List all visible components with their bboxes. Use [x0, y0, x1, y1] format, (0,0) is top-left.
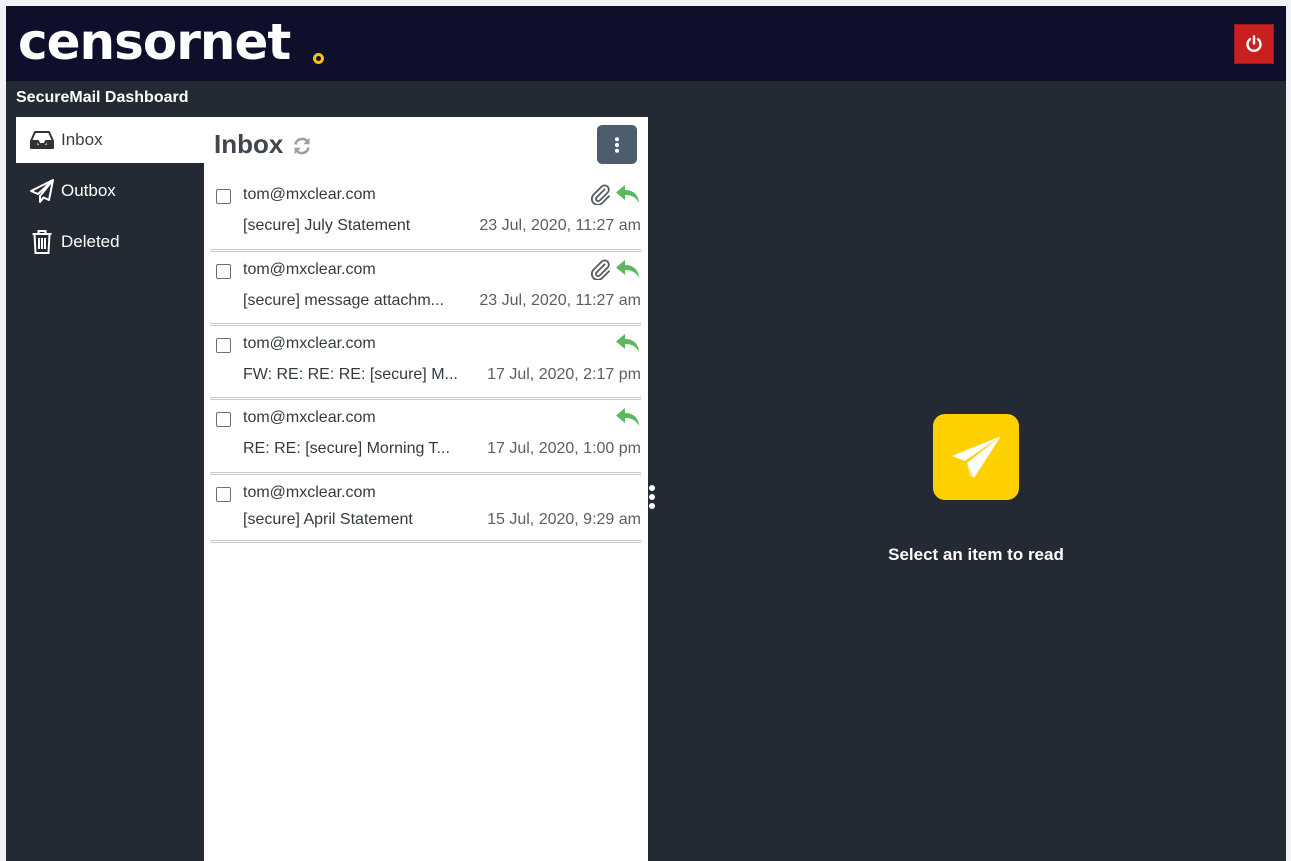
message-row[interactable]: tom@mxclear.com [secure] July Statement … — [210, 177, 641, 252]
message-icons — [589, 182, 641, 206]
message-sender: tom@mxclear.com — [243, 186, 376, 203]
reader-empty-message: Select an item to read — [888, 545, 1064, 564]
sidebar: Inbox Outbox Deleted — [16, 117, 204, 270]
message-date: 23 Jul, 2020, 11:27 am — [479, 217, 641, 234]
inbox-icon — [28, 126, 56, 154]
message-row[interactable]: tom@mxclear.com RE: RE: [secure] Morning… — [210, 400, 641, 475]
paper-plane-icon — [28, 177, 56, 205]
message-sender: tom@mxclear.com — [243, 409, 376, 426]
message-subject: RE: RE: [secure] Morning T... — [243, 440, 450, 457]
message-icons — [589, 257, 641, 281]
message-date: 17 Jul, 2020, 2:17 pm — [487, 366, 641, 383]
reply-icon — [615, 331, 641, 355]
sidebar-item-label: Outbox — [61, 181, 116, 200]
top-bar: censornet — [6, 6, 1286, 81]
brand-logo: censornet — [18, 13, 291, 71]
message-sender: tom@mxclear.com — [243, 335, 376, 352]
list-header: Inbox — [214, 129, 312, 160]
reader-placeholder-tile — [933, 414, 1019, 500]
message-subject: [secure] message attachm... — [243, 292, 444, 309]
sidebar-item-outbox[interactable]: Outbox — [16, 168, 204, 214]
power-icon — [1244, 34, 1264, 54]
message-date: 17 Jul, 2020, 1:00 pm — [487, 440, 641, 457]
reply-icon — [615, 182, 641, 206]
message-sender: tom@mxclear.com — [243, 261, 376, 278]
trash-icon — [28, 228, 56, 256]
sidebar-item-label: Inbox — [61, 130, 103, 149]
message-row[interactable]: tom@mxclear.com [secure] April Statement… — [210, 475, 641, 543]
sidebar-item-label: Deleted — [61, 232, 120, 251]
message-checkbox[interactable] — [216, 264, 231, 279]
message-row[interactable]: tom@mxclear.com FW: RE: RE: RE: [secure]… — [210, 326, 641, 400]
paperclip-icon — [589, 258, 611, 280]
message-list-panel: Inbox tom@mxclear.com [secure] July Stat… — [204, 117, 648, 861]
dashboard-title: SecureMail Dashboard — [16, 89, 189, 106]
refresh-icon[interactable] — [292, 136, 312, 156]
kebab-menu-icon — [614, 136, 620, 153]
message-subject: [secure] July Statement — [243, 217, 411, 234]
message-subject: [secure] April Statement — [243, 511, 413, 528]
reply-icon — [615, 257, 641, 281]
sidebar-item-deleted[interactable]: Deleted — [16, 219, 204, 265]
reply-icon — [615, 405, 641, 429]
paper-plane-icon — [950, 434, 1002, 480]
logout-button[interactable] — [1234, 24, 1274, 64]
message-sender: tom@mxclear.com — [243, 484, 376, 501]
message-checkbox[interactable] — [216, 338, 231, 353]
message-date: 15 Jul, 2020, 9:29 am — [487, 511, 641, 528]
message-icons — [615, 405, 641, 429]
sidebar-item-inbox[interactable]: Inbox — [16, 117, 204, 163]
reading-pane: Select an item to read — [648, 117, 1286, 861]
message-checkbox[interactable] — [216, 189, 231, 204]
message-checkbox[interactable] — [216, 487, 231, 502]
app-frame: censornet SecureMail Dashboard Inbox Out… — [6, 6, 1286, 861]
message-date: 23 Jul, 2020, 11:27 am — [479, 292, 641, 309]
message-row[interactable]: tom@mxclear.com [secure] message attachm… — [210, 252, 641, 326]
page-title: Inbox — [214, 129, 284, 159]
message-icons — [615, 331, 641, 355]
message-checkbox[interactable] — [216, 412, 231, 427]
message-subject: FW: RE: RE: RE: [secure] M... — [243, 366, 458, 383]
more-options-button[interactable] — [597, 125, 637, 164]
logo-dot — [313, 53, 324, 64]
paperclip-icon — [589, 183, 611, 205]
